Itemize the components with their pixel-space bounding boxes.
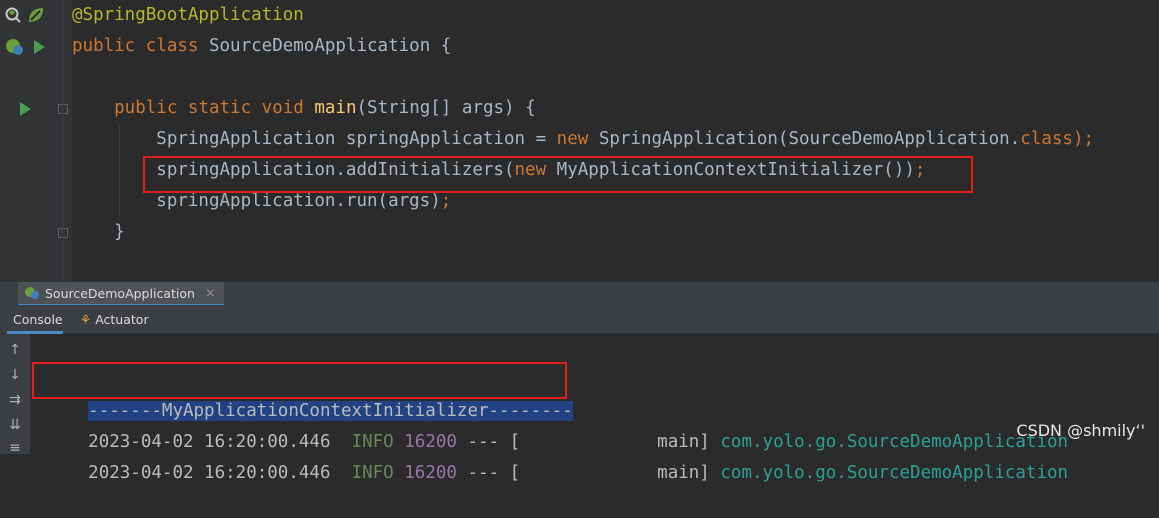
code-token: public <box>72 36 146 56</box>
code-editor[interactable]: @SpringBootApplication public class Sour… <box>0 0 1159 281</box>
code-token: SpringApplication(SourceDemoApplication. <box>598 129 1021 149</box>
code-line-4: public static void main(String[] args) { <box>72 93 536 124</box>
run-icon[interactable] <box>32 39 46 55</box>
log-line: 2023-04-02 16:20:00.446 INFO 16200 --- [… <box>88 432 1069 452</box>
code-line-5: SpringApplication springApplication = ne… <box>72 124 1094 155</box>
code-token: public <box>72 98 188 118</box>
code-line-8: } <box>72 217 125 248</box>
spring-leaf-icon[interactable] <box>26 5 46 25</box>
spring-boot-icon[interactable] <box>4 37 26 57</box>
tab-console[interactable]: Console <box>7 305 63 334</box>
arrow-down-icon[interactable]: ↓ <box>7 367 23 383</box>
spring-bean-icon[interactable] <box>4 6 22 24</box>
fold-marker-close[interactable] <box>58 228 68 238</box>
code-token: } <box>72 222 125 242</box>
code-token: main <box>314 98 357 118</box>
tab-actuator[interactable]: ⚘ Actuator <box>80 305 149 334</box>
run-sub-tabs: Console ⚘ Actuator <box>0 305 1159 334</box>
code-token: class <box>1020 129 1073 149</box>
code-token: static <box>187 98 262 118</box>
code-token: springApplication.run(args) <box>72 191 441 211</box>
code-token: SourceDemoApplication { <box>208 36 452 56</box>
run-main-icon[interactable] <box>18 101 32 117</box>
close-icon[interactable]: × <box>205 286 216 301</box>
code-token: ; <box>440 191 452 211</box>
code-token: new <box>556 129 599 149</box>
actuator-icon: ⚘ <box>80 312 92 327</box>
fold-marker-open[interactable] <box>58 104 68 114</box>
arrow-up-icon[interactable]: ↑ <box>7 342 23 358</box>
code-token: (String[] args) { <box>356 98 536 118</box>
watermark: CSDN @shmily‘' <box>1016 421 1145 440</box>
console-output[interactable]: ↑ ↓ ⇉ ⇊ ≡ -------MyApplicationContextIni… <box>0 334 1159 483</box>
console-toolbar: ↑ ↓ ⇉ ⇊ ≡ <box>0 334 30 456</box>
code-token: SpringApplication springApplication = <box>72 129 557 149</box>
code-line-2: public class SourceDemoApplication { <box>72 31 451 62</box>
code-token: class <box>145 36 209 56</box>
run-tool-window-tabs: SourceDemoApplication × <box>0 281 1159 306</box>
spring-boot-run-icon <box>25 287 39 299</box>
soft-wrap-icon[interactable]: ⇉ <box>7 392 23 408</box>
code-line-1: @SpringBootApplication <box>72 0 304 31</box>
run-tab-source-demo[interactable]: SourceDemoApplication × <box>18 282 224 306</box>
scroll-to-end-icon[interactable]: ⇊ <box>7 417 23 433</box>
code-token: ); <box>1072 129 1095 149</box>
code-token: void <box>261 98 315 118</box>
highlight-box-add-initializers <box>143 156 973 193</box>
highlight-box-initializer-output <box>32 362 567 399</box>
run-tab-label: SourceDemoApplication <box>45 285 195 301</box>
code-token: @SpringBootApplication <box>72 5 304 25</box>
